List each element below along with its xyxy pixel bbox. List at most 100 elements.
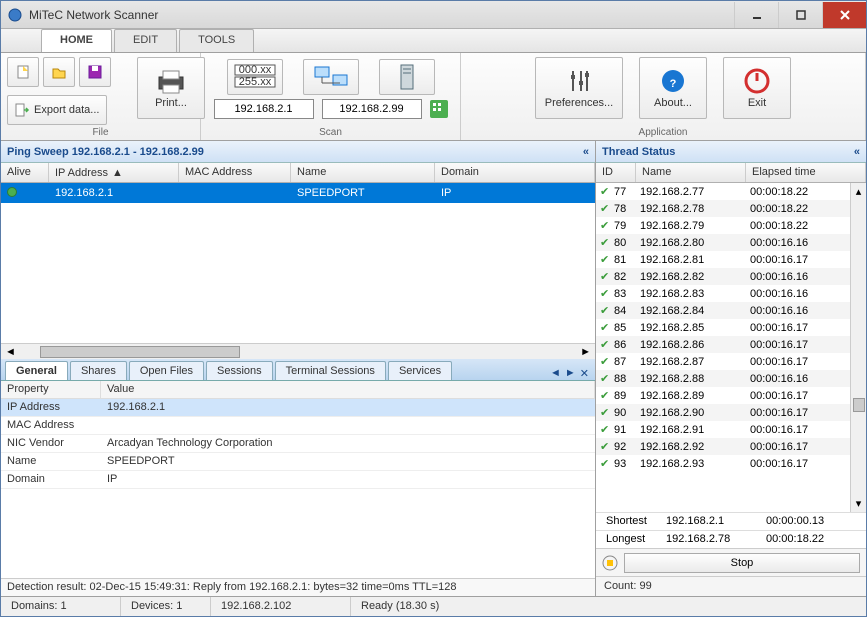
col-alive[interactable]: Alive xyxy=(1,163,49,182)
thread-name: 192.168.2.82 xyxy=(640,271,750,283)
collapse-right-icon[interactable]: « xyxy=(854,146,860,158)
results-grid[interactable]: 192.168.2.1 SPEEDPORT IP xyxy=(1,183,595,343)
scroll-up-icon[interactable]: ▴ xyxy=(856,185,862,198)
print-button[interactable]: Print... xyxy=(137,57,205,119)
statusbar: Domains: 1 Devices: 1 192.168.2.102 Read… xyxy=(1,596,866,616)
minimize-button[interactable] xyxy=(734,2,778,28)
tab-prev-icon[interactable]: ◄ xyxy=(550,367,561,380)
stop-icon[interactable] xyxy=(602,555,618,571)
check-icon: ✔ xyxy=(600,440,614,453)
thread-name: 192.168.2.81 xyxy=(640,254,750,266)
col-domain[interactable]: Domain xyxy=(435,163,595,182)
thread-row[interactable]: ✔93192.168.2.9300:00:16.17 xyxy=(596,455,850,472)
tab-terminal-sessions[interactable]: Terminal Sessions xyxy=(275,361,386,380)
stop-button[interactable]: Stop xyxy=(624,553,860,573)
scan-go-icon[interactable] xyxy=(430,100,448,118)
tab-shares[interactable]: Shares xyxy=(70,361,127,380)
thread-row[interactable]: ✔79192.168.2.7900:00:18.22 xyxy=(596,217,850,234)
tab-close-icon[interactable]: ✕ xyxy=(580,367,589,380)
thread-row[interactable]: ✔91192.168.2.9100:00:16.17 xyxy=(596,421,850,438)
network-icon[interactable] xyxy=(303,59,359,95)
ribbon: Export data... Print... File 000.xx255.x… xyxy=(1,53,866,141)
prop-value: 192.168.2.1 xyxy=(101,399,595,416)
server-icon[interactable] xyxy=(379,59,435,95)
thread-row[interactable]: ✔80192.168.2.8000:00:16.16 xyxy=(596,234,850,251)
new-button[interactable] xyxy=(7,57,39,87)
results-row[interactable]: 192.168.2.1 SPEEDPORT IP xyxy=(1,183,595,203)
thread-row[interactable]: ✔83192.168.2.8300:00:16.16 xyxy=(596,285,850,302)
thread-time: 00:00:16.17 xyxy=(750,458,840,470)
tab-home[interactable]: HOME xyxy=(41,29,112,52)
h-scrollbar[interactable]: ◄► xyxy=(1,343,595,359)
property-row[interactable]: NIC VendorArcadyan Technology Corporatio… xyxy=(1,435,595,453)
thread-row[interactable]: ✔82192.168.2.8200:00:16.16 xyxy=(596,268,850,285)
thread-time: 00:00:16.16 xyxy=(750,373,840,385)
exit-button[interactable]: Exit xyxy=(723,57,791,119)
save-button[interactable] xyxy=(79,57,111,87)
scroll-right-icon[interactable]: ► xyxy=(576,346,595,358)
about-button[interactable]: ? About... xyxy=(639,57,707,119)
preferences-button[interactable]: Preferences... xyxy=(535,57,623,119)
close-button[interactable] xyxy=(822,2,866,28)
thread-list[interactable]: ✔77192.168.2.7700:00:18.22✔78192.168.2.7… xyxy=(596,183,850,512)
thread-time: 00:00:16.16 xyxy=(750,288,840,300)
thread-time: 00:00:16.16 xyxy=(750,237,840,249)
detail-tabs: General Shares Open Files Sessions Termi… xyxy=(1,359,595,381)
thread-id: 82 xyxy=(614,271,640,283)
tab-tools[interactable]: TOOLS xyxy=(179,29,254,52)
ping-sweep-title: Ping Sweep 192.168.2.1 - 192.168.2.99 xyxy=(7,146,204,158)
property-row[interactable]: DomainIP xyxy=(1,471,595,489)
thread-col-id[interactable]: ID xyxy=(596,163,636,182)
ip-to-input[interactable] xyxy=(322,99,422,119)
v-scrollbar[interactable]: ▴▾ xyxy=(850,183,866,512)
thread-col-name[interactable]: Name xyxy=(636,163,746,182)
tab-open-files[interactable]: Open Files xyxy=(129,361,204,380)
ip-from-input[interactable] xyxy=(214,99,314,119)
thread-time: 00:00:16.17 xyxy=(750,254,840,266)
thread-row[interactable]: ✔87192.168.2.8700:00:16.17 xyxy=(596,353,850,370)
thread-row[interactable]: ✔88192.168.2.8800:00:16.16 xyxy=(596,370,850,387)
property-row[interactable]: IP Address192.168.2.1 xyxy=(1,399,595,417)
ip-range-icon[interactable]: 000.xx255.xx xyxy=(227,59,283,95)
thread-row[interactable]: ✔81192.168.2.8100:00:16.17 xyxy=(596,251,850,268)
thread-row[interactable]: ✔92192.168.2.9200:00:16.17 xyxy=(596,438,850,455)
thread-row[interactable]: ✔86192.168.2.8600:00:16.17 xyxy=(596,336,850,353)
thread-row[interactable]: ✔89192.168.2.8900:00:16.17 xyxy=(596,387,850,404)
collapse-icon[interactable]: « xyxy=(583,146,589,158)
prop-key: MAC Address xyxy=(1,417,101,434)
scroll-thumb[interactable] xyxy=(40,346,240,358)
v-scroll-thumb[interactable] xyxy=(853,398,865,412)
prop-value xyxy=(101,417,595,434)
thread-row[interactable]: ✔90192.168.2.9000:00:16.17 xyxy=(596,404,850,421)
sort-icon: ▲ xyxy=(112,167,123,179)
thread-row[interactable]: ✔85192.168.2.8500:00:16.17 xyxy=(596,319,850,336)
thread-col-time[interactable]: Elapsed time xyxy=(746,163,866,182)
col-ip[interactable]: IP Address▲ xyxy=(49,163,179,182)
thread-time: 00:00:16.16 xyxy=(750,271,840,283)
col-name[interactable]: Name xyxy=(291,163,435,182)
thread-name: 192.168.2.88 xyxy=(640,373,750,385)
scroll-down-icon[interactable]: ▾ xyxy=(856,497,862,510)
thread-row[interactable]: ✔84192.168.2.8400:00:16.16 xyxy=(596,302,850,319)
thread-time: 00:00:16.16 xyxy=(750,305,840,317)
tab-services[interactable]: Services xyxy=(388,361,452,380)
thread-time: 00:00:18.22 xyxy=(750,203,840,215)
property-row[interactable]: MAC Address xyxy=(1,417,595,435)
tab-next-icon[interactable]: ► xyxy=(565,367,576,380)
maximize-button[interactable] xyxy=(778,2,822,28)
thread-row[interactable]: ✔78192.168.2.7800:00:18.22 xyxy=(596,200,850,217)
tab-sessions[interactable]: Sessions xyxy=(206,361,273,380)
open-button[interactable] xyxy=(43,57,75,87)
app-window: MiTeC Network Scanner HOME EDIT TOOLS Ex… xyxy=(0,0,867,617)
scroll-left-icon[interactable]: ◄ xyxy=(1,346,20,358)
thread-name: 192.168.2.78 xyxy=(640,203,750,215)
tab-general[interactable]: General xyxy=(5,361,68,380)
thread-row[interactable]: ✔77192.168.2.7700:00:18.22 xyxy=(596,183,850,200)
check-icon: ✔ xyxy=(600,270,614,283)
thread-name: 192.168.2.92 xyxy=(640,441,750,453)
col-mac[interactable]: MAC Address xyxy=(179,163,291,182)
property-row[interactable]: NameSPEEDPORT xyxy=(1,453,595,471)
export-data-button[interactable]: Export data... xyxy=(7,95,107,125)
tab-edit[interactable]: EDIT xyxy=(114,29,177,52)
shortest-name: 192.168.2.1 xyxy=(660,513,760,530)
